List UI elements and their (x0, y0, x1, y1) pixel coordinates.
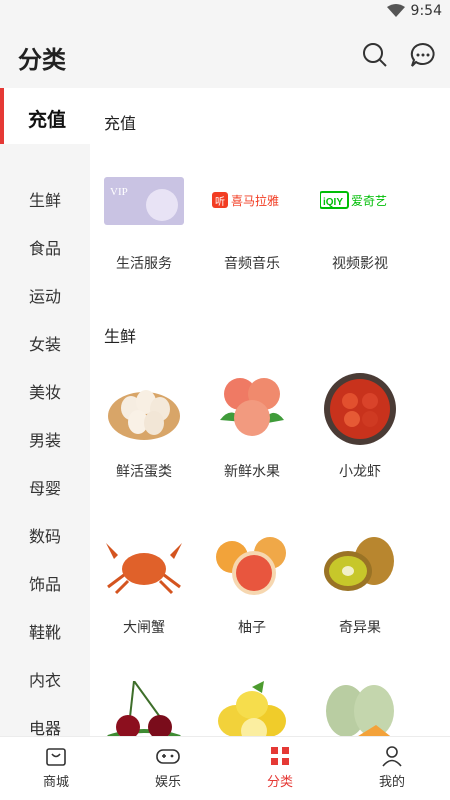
category-cell-kiwi[interactable]: 奇异果 (306, 525, 414, 637)
nav-entertainment[interactable]: 娱乐 (112, 737, 224, 800)
user-icon (382, 746, 402, 767)
section-title-fresh: 生鲜 (104, 327, 137, 346)
sidebar-item-recharge[interactable]: 充值 (0, 88, 90, 144)
category-cell-video[interactable]: iQIY 爱奇艺 视频影视 (306, 161, 414, 273)
category-label: 奇异果 (339, 620, 381, 636)
chat-icon[interactable] (408, 40, 438, 70)
crab-image (104, 525, 184, 605)
svg-text:iQIY: iQIY (323, 197, 343, 208)
nav-label: 商城 (42, 775, 69, 790)
wifi-icon (386, 4, 405, 17)
category-label: 柚子 (238, 620, 266, 636)
status-right: 9:54 (386, 3, 442, 19)
nav-label: 我的 (378, 775, 405, 790)
category-label: 生活服务 (116, 256, 172, 272)
header: 分类 (0, 24, 450, 88)
category-cell-audio-music[interactable]: 听 喜马拉雅 音频音乐 (198, 161, 306, 273)
recharge-grid: VIP 生活服务 听 喜马拉雅 音频音乐 iQIY 爱奇艺 视频影视 (90, 161, 450, 273)
grid-icon (271, 747, 289, 765)
nav-category[interactable]: 分类 (224, 737, 336, 800)
bottom-nav: 商城 娱乐 分类 我的 (0, 736, 450, 800)
category-cell-crayfish[interactable]: 小龙虾 (306, 369, 414, 481)
category-label: 新鲜水果 (224, 464, 280, 480)
status-time: 9:54 (410, 3, 442, 19)
sidebar-item-mens-wear[interactable]: 男装 (0, 417, 90, 465)
category-cell-melon[interactable] (306, 673, 414, 736)
eggs-image (104, 369, 184, 449)
cherry-image (104, 673, 184, 736)
category-cell-life-service[interactable]: VIP 生活服务 (90, 161, 198, 273)
category-cell-fruit[interactable]: 新鲜水果 (198, 369, 306, 481)
category-label: 鲜活蛋类 (116, 464, 172, 480)
category-cell-lemon[interactable] (198, 673, 306, 736)
iqiyi-logo: iQIY 爱奇艺 (320, 161, 400, 241)
category-cell-cherry[interactable] (90, 673, 198, 736)
category-label: 音频音乐 (224, 256, 280, 272)
sidebar-item-sports[interactable]: 运动 (0, 273, 90, 321)
vip-card-text: VIP (110, 186, 128, 198)
sidebar-item-womens-wear[interactable]: 女装 (0, 321, 90, 369)
search-icon[interactable] (360, 40, 390, 70)
header-actions (360, 40, 438, 70)
nav-mall[interactable]: 商城 (0, 737, 112, 800)
lemon-image (212, 673, 292, 736)
category-cell-eggs[interactable]: 鲜活蛋类 (90, 369, 198, 481)
crayfish-image (320, 369, 400, 449)
sidebar-item-beauty[interactable]: 美妆 (0, 369, 90, 417)
gamepad-icon (156, 749, 180, 764)
category-cell-crab[interactable]: 大闸蟹 (90, 525, 198, 637)
nav-label: 娱乐 (154, 775, 181, 790)
page-title: 分类 (18, 46, 66, 74)
sidebar-item-shoes[interactable]: 鞋靴 (0, 609, 90, 657)
kiwi-image (320, 525, 400, 605)
shopping-bag-icon (46, 748, 66, 766)
category-sidebar: 充值 生鲜 食品 运动 女装 美妆 男装 母婴 数码 饰品 鞋靴 内衣 电器 (0, 88, 90, 738)
peach-image (212, 369, 292, 449)
vip-card-image: VIP (104, 161, 184, 241)
sidebar-item-food[interactable]: 食品 (0, 225, 90, 273)
sidebar-item-digital[interactable]: 数码 (0, 513, 90, 561)
status-bar: 9:54 (0, 0, 450, 24)
iqiyi-text: 爱奇艺 (351, 194, 387, 208)
ximalaya-logo: 听 喜马拉雅 (212, 161, 292, 241)
category-label: 大闸蟹 (123, 620, 165, 636)
sidebar-item-underwear[interactable]: 内衣 (0, 657, 90, 705)
category-content: 充值 VIP 生活服务 听 喜马拉雅 音频音乐 iQIY 爱奇艺 视频影视 生鲜… (90, 88, 450, 736)
fresh-grid: 鲜活蛋类 新鲜水果 小龙虾 大闸蟹 柚子 奇异果 (90, 369, 450, 736)
section-title-recharge: 充值 (104, 114, 137, 133)
category-label: 视频影视 (332, 256, 388, 272)
sidebar-item-baby[interactable]: 母婴 (0, 465, 90, 513)
grapefruit-image (212, 525, 292, 605)
category-cell-pomelo[interactable]: 柚子 (198, 525, 306, 637)
nav-label: 分类 (266, 775, 293, 790)
melon-image (320, 673, 400, 736)
sidebar-item-fresh[interactable]: 生鲜 (0, 177, 90, 225)
ximalaya-text: 喜马拉雅 (231, 193, 279, 208)
sidebar-item-accessories[interactable]: 饰品 (0, 561, 90, 609)
svg-text:听: 听 (215, 196, 225, 208)
nav-mine[interactable]: 我的 (336, 737, 448, 800)
category-label: 小龙虾 (339, 464, 381, 480)
